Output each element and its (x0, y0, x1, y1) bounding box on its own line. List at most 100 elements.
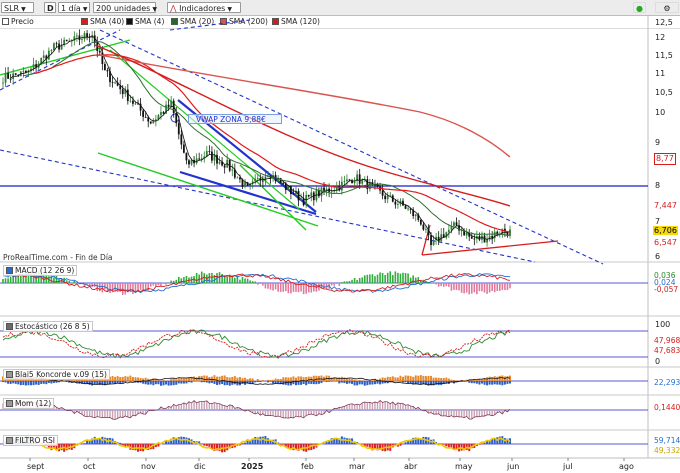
mom-bar (287, 410, 290, 419)
mom-bar (392, 401, 394, 410)
macd-histogram-bar (239, 279, 241, 283)
filtro-bar (483, 442, 486, 444)
candle-body (348, 179, 351, 181)
macd-histogram-bar (448, 283, 450, 287)
macd-histogram-bar (68, 280, 71, 283)
koncorde-orange-bar (203, 375, 206, 381)
candle-body (86, 33, 88, 38)
mom-bar (223, 405, 226, 410)
koncorde-orange-bar (129, 375, 132, 381)
mom-bar (430, 410, 432, 413)
koncorde-blue-bar (501, 381, 504, 386)
koncorde-blue-bar (193, 381, 196, 382)
mom-bar (180, 404, 183, 410)
candle-body (244, 182, 246, 187)
mom-bar (264, 410, 267, 416)
macd-histogram-bar (152, 283, 155, 286)
mom-bar (491, 410, 493, 416)
mom-bar (269, 410, 272, 416)
candle-body (175, 113, 178, 124)
koncorde-orange-bar (452, 379, 455, 381)
mom-bar (448, 410, 450, 417)
koncorde-orange-bar (396, 377, 399, 381)
filtro-bar (157, 444, 160, 447)
candle-body (236, 177, 239, 179)
vwap-annotation: VWAP ZONA 9,88€ (188, 114, 282, 124)
mom-bar (122, 410, 124, 418)
candle-body (160, 112, 162, 116)
sma20-line (23, 41, 511, 236)
koncorde-blue-bar (27, 381, 30, 386)
candle-body (170, 100, 173, 107)
mom-bar (384, 401, 386, 410)
koncorde-orange-bar (422, 375, 425, 381)
candle-body (396, 204, 399, 206)
candle-body (323, 187, 325, 191)
macd-histogram-bar (379, 272, 381, 283)
koncorde-orange-bar (480, 379, 483, 381)
macd-histogram-bar (343, 281, 346, 283)
candle-body (254, 178, 257, 182)
macd-histogram-bar (96, 283, 99, 292)
macd-histogram-bar (501, 283, 504, 290)
koncorde-blue-bar (203, 381, 206, 383)
filtro-panel-title[interactable]: FILTRO RSI (3, 435, 58, 446)
candle-body (343, 181, 346, 182)
candle-body (297, 190, 300, 201)
koncorde-blue-bar (335, 381, 338, 382)
koncorde-blue-bar (180, 381, 183, 384)
koncorde-orange-bar (282, 377, 285, 381)
candle-body (167, 104, 170, 107)
candle-body (104, 64, 106, 71)
macd-histogram-bar (374, 276, 376, 283)
koncorde-orange-bar (478, 379, 481, 381)
koncorde-blue-bar (351, 381, 354, 384)
filtro-bar (493, 438, 496, 444)
price-chart[interactable] (0, 0, 680, 473)
mom-bar (277, 410, 279, 417)
mom-bar (437, 410, 440, 414)
macd-histogram-bar (287, 283, 290, 294)
mom-bar (443, 410, 445, 416)
candle-body (22, 70, 25, 72)
candle-body (180, 134, 183, 145)
macd-histogram-bar (244, 278, 246, 283)
mom-panel-title[interactable]: Mom (12) (3, 398, 55, 409)
macd-panel-title[interactable]: MACD (12 26 9) (3, 265, 78, 276)
koncorde-blue-bar (353, 381, 356, 386)
candle-body (208, 151, 211, 152)
mom-bar (111, 410, 114, 420)
mom-bar (195, 402, 198, 410)
filtro-bar (407, 441, 410, 444)
koncorde-blue-bar (221, 381, 224, 384)
koncorde-blue-bar (32, 381, 35, 386)
price-tag-sma120: 7,447 (654, 201, 677, 210)
candle-body (447, 229, 450, 233)
koncorde-orange-bar (272, 379, 275, 381)
koncorde-blue-bar (404, 381, 407, 382)
stoch-panel-title[interactable]: Estocástico (26 8 5) (3, 321, 93, 332)
macd-histogram-bar (509, 283, 511, 289)
koncorde-blue-bar (129, 381, 132, 382)
candle-body (126, 89, 129, 101)
mom-bar (274, 410, 277, 417)
macd-histogram-bar (267, 283, 269, 289)
mom-bar (216, 403, 218, 410)
koncorde-blue-bar (272, 381, 275, 384)
macd-histogram-bar (256, 283, 259, 285)
mom-bar (99, 410, 101, 418)
mom-bar (190, 402, 193, 410)
koncorde-blue-bar (2, 381, 4, 382)
koncorde-blue-bar (361, 381, 364, 385)
koncorde-orange-bar (251, 378, 254, 381)
candle-body (486, 239, 488, 243)
mom-bar (387, 401, 389, 410)
koncorde-blue-bar (478, 381, 481, 385)
candle-body (307, 194, 310, 197)
koncorde-blue-bar (491, 381, 494, 385)
koncorde-orange-bar (256, 379, 259, 381)
candle-body (358, 174, 361, 184)
mom-bar (114, 410, 116, 420)
macd-histogram-bar (183, 277, 185, 283)
blai5-panel-title[interactable]: Blai5 Koncorde v.09 (15) (3, 369, 110, 380)
